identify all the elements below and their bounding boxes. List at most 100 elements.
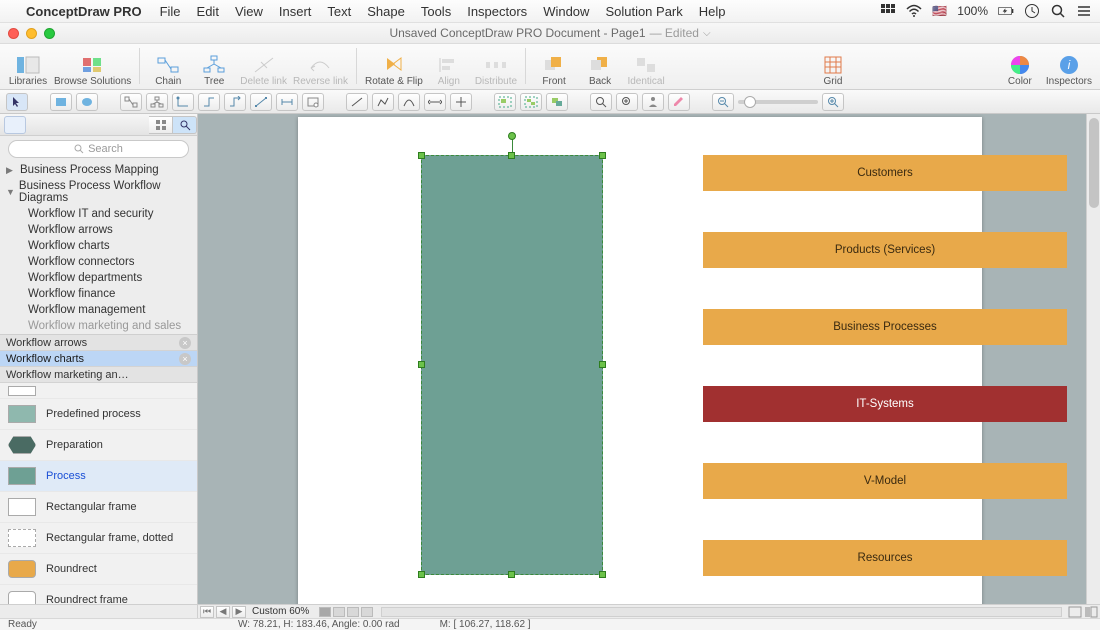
- front-button[interactable]: Front: [534, 54, 574, 87]
- tree-child[interactable]: Workflow charts: [0, 238, 197, 254]
- menu-tools[interactable]: Tools: [421, 4, 451, 19]
- lib-tab-marketing[interactable]: Workflow marketing an…: [0, 367, 197, 383]
- menu-insert[interactable]: Insert: [279, 4, 312, 19]
- clock-icon[interactable]: [1024, 3, 1040, 19]
- battery-icon[interactable]: [998, 3, 1014, 19]
- zoom-fit-tool[interactable]: [616, 93, 638, 111]
- resize-handle[interactable]: [599, 571, 606, 578]
- battery-percent[interactable]: 100%: [957, 4, 988, 18]
- edit-tool[interactable]: [668, 93, 690, 111]
- menu-shape[interactable]: Shape: [367, 4, 405, 19]
- vertical-scrollbar[interactable]: [1086, 114, 1100, 604]
- menu-edit[interactable]: Edit: [197, 4, 219, 19]
- inspectors-button[interactable]: iInspectors: [1046, 54, 1092, 87]
- tree-button[interactable]: Tree: [194, 54, 234, 87]
- menu-icon[interactable]: [1076, 3, 1092, 19]
- nav-next[interactable]: ▶: [232, 606, 246, 618]
- resize-handle[interactable]: [418, 152, 425, 159]
- spotlight-icon[interactable]: [1050, 3, 1066, 19]
- library-view-icon[interactable]: [4, 116, 26, 134]
- shape-row[interactable]: Preparation: [0, 430, 197, 461]
- browse-solutions-button[interactable]: Browse Solutions: [54, 54, 131, 87]
- grid-button[interactable]: Grid: [813, 54, 853, 87]
- tree-child[interactable]: Workflow marketing and sales: [0, 318, 197, 334]
- window-close-button[interactable]: [8, 28, 19, 39]
- resize-handle[interactable]: [418, 571, 425, 578]
- tree-child[interactable]: Workflow departments: [0, 270, 197, 286]
- libraries-button[interactable]: Libraries: [8, 54, 48, 87]
- group-3[interactable]: [546, 93, 568, 111]
- rotate-handle[interactable]: [508, 132, 516, 140]
- window-maximize-button[interactable]: [44, 28, 55, 39]
- chain-button[interactable]: Chain: [148, 54, 188, 87]
- connector-8[interactable]: [302, 93, 324, 111]
- arrow-cross-tool[interactable]: [450, 93, 472, 111]
- connector-4[interactable]: [198, 93, 220, 111]
- corner-icon-1[interactable]: [1068, 606, 1082, 618]
- resize-handle[interactable]: [599, 152, 606, 159]
- connector-5[interactable]: [224, 93, 246, 111]
- menu-solution-park[interactable]: Solution Park: [605, 4, 682, 19]
- person-tool[interactable]: [642, 93, 664, 111]
- search-view-button[interactable]: [173, 116, 197, 134]
- shape-row[interactable]: Roundrect: [0, 554, 197, 585]
- corner-icon-2[interactable]: [1084, 606, 1098, 618]
- block-products[interactable]: Products (Services): [703, 232, 1067, 268]
- menu-view[interactable]: View: [235, 4, 263, 19]
- flag-icon[interactable]: 🇺🇸: [932, 4, 947, 18]
- zoom-label[interactable]: Custom 60%: [252, 606, 309, 617]
- tree-child[interactable]: Workflow connectors: [0, 254, 197, 270]
- pointer-tool[interactable]: [6, 93, 28, 111]
- nav-prev[interactable]: ◀: [216, 606, 230, 618]
- wifi-icon[interactable]: [906, 3, 922, 19]
- shape-row-partial[interactable]: [0, 383, 197, 399]
- arrow-h-tool[interactable]: [424, 93, 446, 111]
- menu-text[interactable]: Text: [327, 4, 351, 19]
- tree-node-mapping[interactable]: ▶Business Process Mapping: [0, 162, 197, 178]
- grid-view-button[interactable]: [149, 116, 173, 134]
- shape-row[interactable]: Predefined process: [0, 399, 197, 430]
- search-input[interactable]: Search: [8, 140, 189, 158]
- connector-3[interactable]: [172, 93, 194, 111]
- block-customers[interactable]: Customers: [703, 155, 1067, 191]
- block-processes[interactable]: Business Processes: [703, 309, 1067, 345]
- close-icon[interactable]: ×: [179, 337, 191, 349]
- horizontal-scrollbar[interactable]: [381, 607, 1062, 617]
- back-button[interactable]: Back: [580, 54, 620, 87]
- color-button[interactable]: Color: [1000, 54, 1040, 87]
- group-2[interactable]: [520, 93, 542, 111]
- ellipse-tool[interactable]: [76, 93, 98, 111]
- lib-tab-charts[interactable]: Workflow charts×: [0, 351, 197, 367]
- close-icon[interactable]: ×: [179, 353, 191, 365]
- resize-handle[interactable]: [508, 152, 515, 159]
- menu-help[interactable]: Help: [699, 4, 726, 19]
- lib-tab-arrows[interactable]: Workflow arrows×: [0, 335, 197, 351]
- zoom-in-button[interactable]: [822, 93, 844, 111]
- line-tool[interactable]: [346, 93, 368, 111]
- block-vmodel[interactable]: V-Model: [703, 463, 1067, 499]
- window-minimize-button[interactable]: [26, 28, 37, 39]
- block-itsystems[interactable]: IT-Systems: [703, 386, 1067, 422]
- zoom-in-tool[interactable]: [590, 93, 612, 111]
- connector-6[interactable]: [250, 93, 272, 111]
- block-resources[interactable]: Resources: [703, 540, 1067, 576]
- resize-handle[interactable]: [508, 571, 515, 578]
- curve-tool[interactable]: [398, 93, 420, 111]
- page-tabs[interactable]: [319, 607, 375, 617]
- zoom-out-button[interactable]: [712, 93, 734, 111]
- app-name[interactable]: ConceptDraw PRO: [26, 4, 142, 19]
- resize-handle[interactable]: [599, 361, 606, 368]
- grid-icon[interactable]: [880, 3, 896, 19]
- shape-row[interactable]: Roundrect frame: [0, 585, 197, 604]
- selected-shape[interactable]: [421, 155, 603, 575]
- tree-child[interactable]: Workflow management: [0, 302, 197, 318]
- page[interactable]: Customers Products (Services) Business P…: [298, 117, 982, 604]
- nav-first[interactable]: ⏮: [200, 606, 214, 618]
- zoom-slider[interactable]: [738, 100, 818, 104]
- menu-inspectors[interactable]: Inspectors: [467, 4, 527, 19]
- shape-row-selected[interactable]: Process: [0, 461, 197, 492]
- shape-row[interactable]: Rectangular frame: [0, 492, 197, 523]
- menu-window[interactable]: Window: [543, 4, 589, 19]
- rect-tool[interactable]: [50, 93, 72, 111]
- connector-2[interactable]: [146, 93, 168, 111]
